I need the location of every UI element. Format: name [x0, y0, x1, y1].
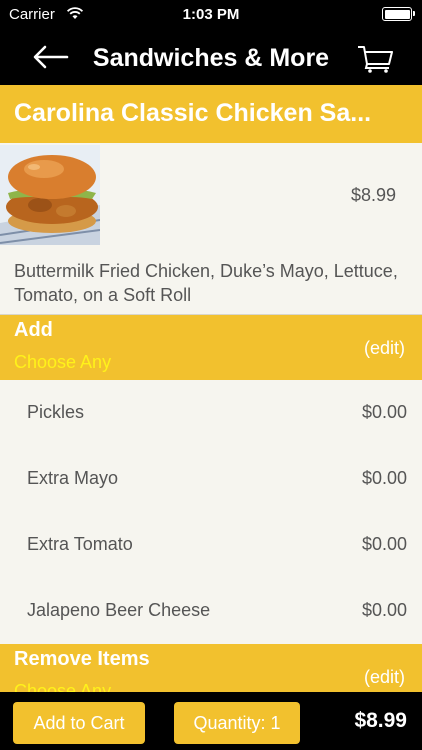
option-price: $0.00 [361, 468, 407, 488]
option-pickles[interactable]: Pickles $0.00 [0, 380, 422, 446]
edit-link[interactable]: (edit) [364, 338, 405, 359]
add-to-cart-button[interactable]: Add to Cart [13, 702, 145, 744]
item-description: Buttermilk Fried Chicken, Duke’s Mayo, L… [14, 261, 398, 305]
option-price: $0.00 [361, 402, 407, 422]
order-total: $8.99 [354, 709, 407, 732]
option-jalapeno-beer-cheese[interactable]: Jalapeno Beer Cheese $0.00 [0, 578, 422, 644]
section-header-add[interactable]: Add Choose Any (edit) [0, 315, 422, 380]
section-title: Remove Items [14, 648, 150, 670]
option-extra-mayo[interactable]: Extra Mayo $0.00 [0, 446, 422, 512]
option-label: Jalapeno Beer Cheese [27, 600, 211, 620]
navigation-bar: Sandwiches & More [0, 32, 422, 85]
edit-link[interactable]: (edit) [364, 667, 405, 688]
item-name: Carolina Classic Chicken Sa... [14, 99, 372, 127]
item-header: Carolina Classic Chicken Sa... [0, 85, 422, 143]
status-bar: Carrier 1:03 PM [0, 0, 422, 32]
option-extra-tomato[interactable]: Extra Tomato $0.00 [0, 512, 422, 578]
item-price: $8.99 [350, 185, 396, 205]
option-price: $0.00 [361, 534, 407, 554]
battery-icon [382, 7, 415, 21]
option-list: Pickles $0.00 Extra Mayo $0.00 Extra Tom… [0, 380, 422, 644]
option-price: $0.00 [361, 600, 407, 620]
clock: 1:03 PM [182, 6, 240, 23]
section-subtitle: Choose Any [14, 352, 112, 372]
bottom-bar: Add to Cart Quantity: 1 $8.99 [0, 692, 422, 750]
option-label: Extra Tomato [27, 534, 133, 554]
option-label: Extra Mayo [27, 468, 119, 488]
section-title: Add [14, 319, 53, 341]
sandwich-photo [0, 145, 100, 245]
item-details: $8.99 Buttermilk Fried Chicken, Duke’s M… [0, 143, 422, 315]
cart-icon[interactable] [356, 42, 394, 74]
quantity-button[interactable]: Quantity: 1 [174, 702, 300, 744]
option-label: Pickles [27, 402, 85, 422]
